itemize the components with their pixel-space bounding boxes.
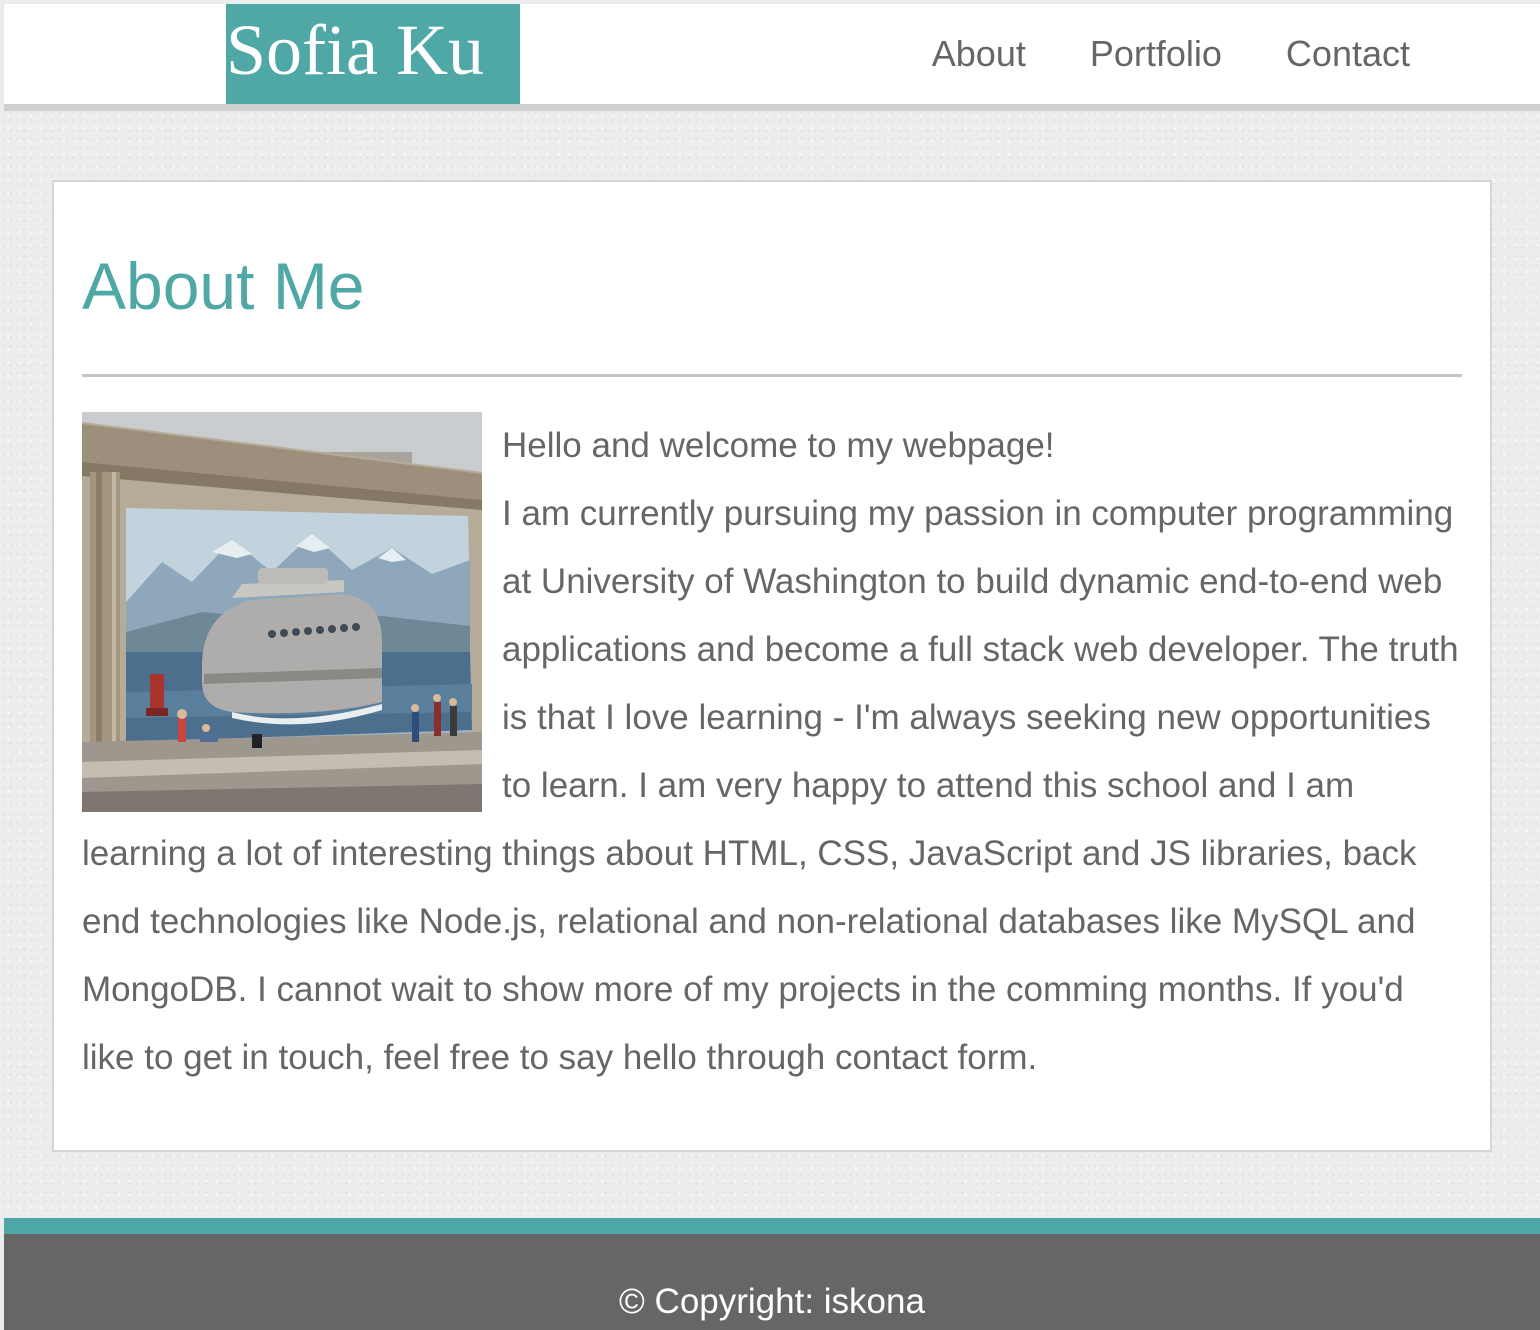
copyright-text: © Copyright: iskona (619, 1282, 925, 1321)
page: Sofia Ku About Portfolio Contact About M… (4, 4, 1540, 1330)
divider (82, 374, 1462, 377)
site-footer: © Copyright: iskona (4, 1218, 1540, 1330)
site-header: Sofia Ku About Portfolio Contact (4, 4, 1540, 111)
about-content: Hello and welcome to my webpage! I am cu… (82, 412, 1462, 1092)
page-title: About Me (82, 249, 365, 323)
brand-logo[interactable]: Sofia Ku (226, 4, 520, 104)
about-card: About Me Hello and welcome to my webpage… (52, 180, 1492, 1152)
brand-name: Sofia Ku (226, 10, 484, 90)
nav-link-contact[interactable]: Contact (1286, 32, 1410, 76)
nav-link-about[interactable]: About (932, 32, 1026, 76)
profile-photo (82, 412, 482, 812)
main-nav: About Portfolio Contact (932, 32, 1410, 76)
nav-link-portfolio[interactable]: Portfolio (1090, 32, 1222, 76)
